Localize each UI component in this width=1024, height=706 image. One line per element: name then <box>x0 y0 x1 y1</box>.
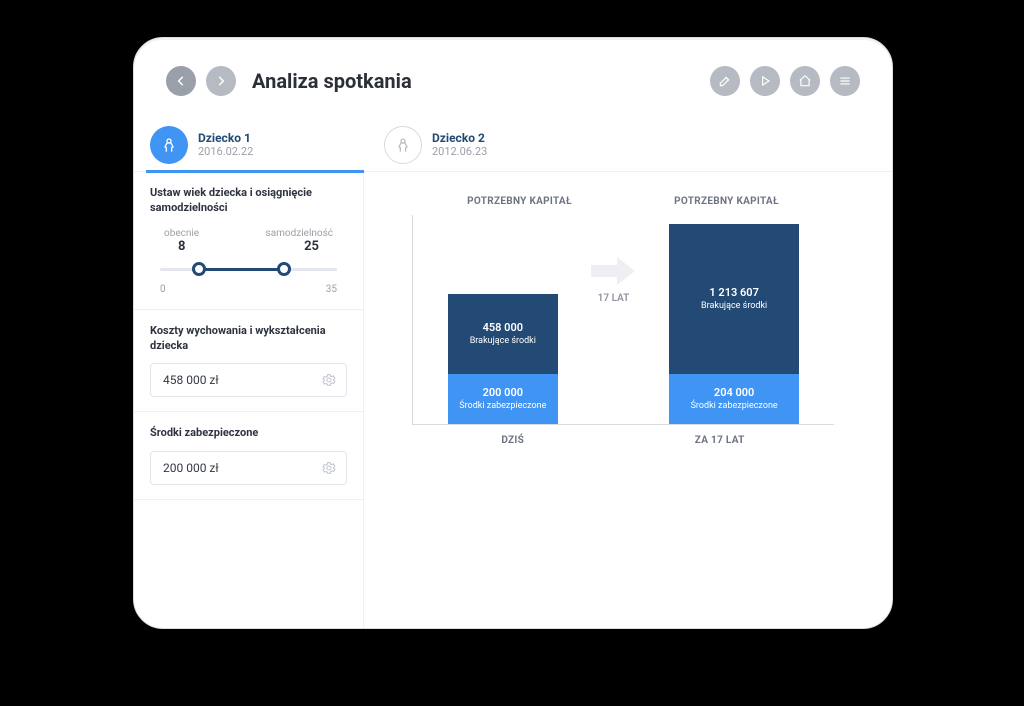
child-icon <box>150 126 188 164</box>
children-tabs: Dziecko 1 2016.02.22 Dziecko 2 2012.06.2… <box>134 110 892 172</box>
gear-icon[interactable] <box>321 372 337 388</box>
settings-panel: Ustaw wiek dziecka i osiągnięcie samodzi… <box>134 172 364 629</box>
slider-value-now: 8 <box>178 239 185 254</box>
section-age: Ustaw wiek dziecka i osiągnięcie samodzi… <box>134 172 363 310</box>
menu-icon[interactable] <box>830 66 860 96</box>
stacked-bar-chart: 200 000 Środki zabezpieczone 458 000 Bra… <box>412 215 834 425</box>
page-title: Analiza spotkania <box>252 69 412 93</box>
header-bar: Analiza spotkania <box>134 38 892 110</box>
age-range-slider[interactable] <box>160 258 337 282</box>
chart-header-left: POTRZEBNY KAPITAŁ <box>467 196 572 207</box>
tab-child-2-label: Dziecko 2 <box>432 131 487 145</box>
secured-input[interactable] <box>161 460 321 476</box>
back-button[interactable] <box>166 66 196 96</box>
forward-button[interactable] <box>206 66 236 96</box>
chart-panel: POTRZEBNY KAPITAŁ POTRZEBNY KAPITAŁ 200 … <box>364 172 892 629</box>
edit-icon[interactable] <box>710 66 740 96</box>
section-secured: Środki zabezpieczone <box>134 412 363 500</box>
tab-child-2-date: 2012.06.23 <box>432 145 487 158</box>
chart-header-right: POTRZEBNY KAPITAŁ <box>674 196 779 207</box>
tab-child-2[interactable]: Dziecko 2 2012.06.23 <box>384 118 487 171</box>
section-age-label: Ustaw wiek dziecka i osiągnięcie samodzi… <box>150 186 347 216</box>
arrow-label: 17 LAT <box>598 293 630 304</box>
arrow-icon: 17 LAT <box>591 255 635 304</box>
bar-future: 204 000 Środki zabezpieczone 1 213 607 B… <box>669 224 799 424</box>
slider-max: 35 <box>326 284 337 295</box>
slider-min: 0 <box>160 284 166 295</box>
bar2-secured-caption: Środki zabezpieczone <box>691 401 778 412</box>
slider-value-independent: 25 <box>304 239 319 254</box>
section-costs: Koszty wychowania i wykształcenia dzieck… <box>134 310 363 413</box>
slider-handle-lower[interactable] <box>192 262 206 276</box>
bar2-secured-value: 204 000 <box>714 386 754 399</box>
xaxis-future: ZA 17 LAT <box>695 435 745 446</box>
costs-input[interactable] <box>161 372 321 388</box>
app-window: Analiza spotkania <box>133 37 893 629</box>
tab-child-1-date: 2016.02.22 <box>198 145 253 158</box>
home-icon[interactable] <box>790 66 820 96</box>
bar2-missing-caption: Brakujące środki <box>701 301 767 312</box>
bar1-missing-value: 458 000 <box>483 321 523 334</box>
bar2-missing-value: 1 213 607 <box>709 286 758 299</box>
xaxis-today: DZIŚ <box>501 435 524 446</box>
tab-child-1[interactable]: Dziecko 1 2016.02.22 <box>150 118 253 171</box>
child-icon <box>384 126 422 164</box>
active-tab-underline <box>146 170 364 173</box>
section-secured-label: Środki zabezpieczone <box>150 426 347 441</box>
slider-handle-upper[interactable] <box>277 262 291 276</box>
gear-icon[interactable] <box>321 460 337 476</box>
bar1-secured-caption: Środki zabezpieczone <box>459 401 546 412</box>
section-costs-label: Koszty wychowania i wykształcenia dzieck… <box>150 324 347 354</box>
content: Ustaw wiek dziecka i osiągnięcie samodzi… <box>134 172 892 629</box>
bar1-secured-value: 200 000 <box>483 386 523 399</box>
bar1-missing-caption: Brakujące środki <box>470 336 536 347</box>
bar-today: 200 000 Środki zabezpieczone 458 000 Bra… <box>448 294 558 424</box>
play-icon[interactable] <box>750 66 780 96</box>
slider-label-now: obecnie <box>164 228 199 239</box>
slider-label-independent: samodzielność <box>266 228 333 239</box>
tab-child-1-label: Dziecko 1 <box>198 131 253 145</box>
